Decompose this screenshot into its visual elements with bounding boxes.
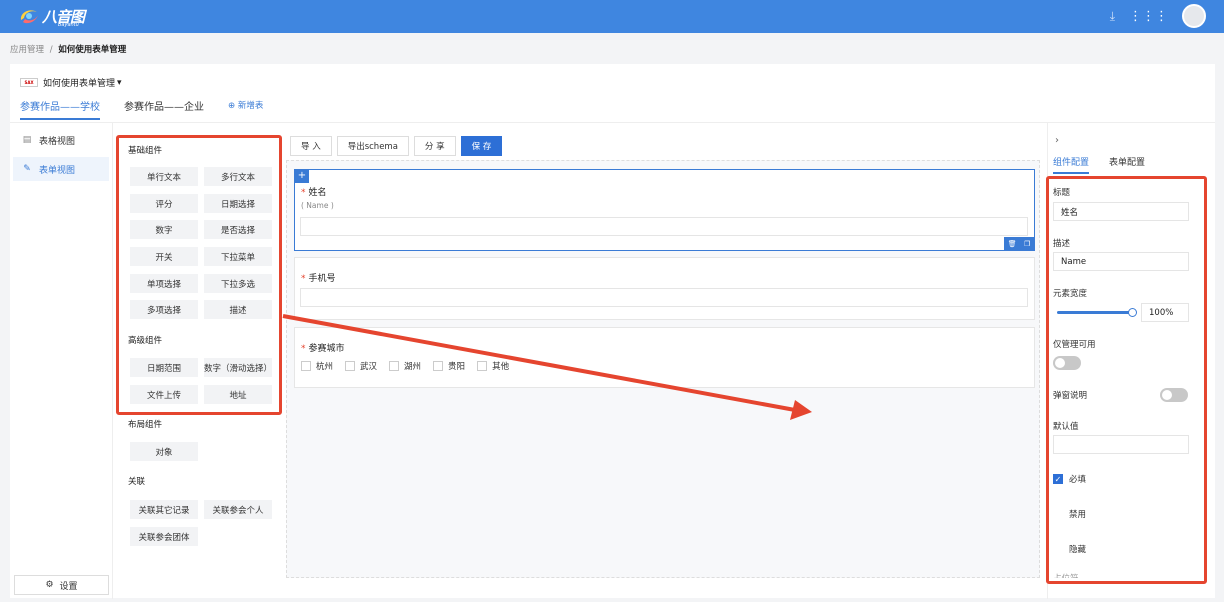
checkbox[interactable] — [389, 361, 400, 371]
checkbox-option[interactable]: 武汉 — [345, 360, 377, 372]
field-label-text: 手机号 — [308, 274, 336, 284]
option-label: 杭州 — [316, 362, 334, 372]
top-bar: 八音图 Bayantu ⤓ ⋮⋮⋮ — [0, 0, 1224, 33]
form-edit-icon: ✎ — [23, 164, 31, 174]
required-mark: * — [301, 188, 306, 198]
field-card-city[interactable]: * 参赛城市 杭州 武汉 湖州 贵阳 其他 — [294, 327, 1035, 388]
app-header: SAX 如何使用表单管理 ▾ 参赛作品——学校 参赛作品——企业 ⊕ 新增表 — [10, 64, 1215, 122]
export-schema-button[interactable]: 导出schema — [336, 136, 409, 156]
field-label: * 姓名 — [301, 185, 327, 198]
gear-icon: ⚙ — [45, 580, 54, 590]
phone-input[interactable] — [300, 288, 1028, 307]
nav-item-label: 表单视图 — [39, 165, 76, 176]
option-label: 贵阳 — [448, 362, 466, 372]
tab-school[interactable]: 参赛作品——学校 — [20, 98, 100, 120]
checkbox[interactable] — [301, 361, 311, 371]
name-input[interactable] — [300, 217, 1028, 236]
component-button[interactable]: 对象 — [130, 442, 198, 461]
annotation-box-palette — [116, 135, 282, 415]
relation-group-title: 关联 — [128, 477, 146, 487]
chevron-down-icon: ▾ — [117, 77, 122, 88]
nav-item-form-view[interactable]: ✎ 表单视图 — [13, 157, 109, 181]
checkbox-option[interactable]: 贵阳 — [433, 360, 465, 372]
component-button[interactable]: 关联参会个人 — [204, 500, 272, 519]
checkbox[interactable] — [477, 361, 488, 371]
component-button[interactable]: 关联其它记录 — [130, 500, 198, 519]
checkbox-option[interactable]: 杭州 — [301, 360, 333, 372]
chevron-right-icon[interactable]: › — [1055, 135, 1059, 146]
plus-circle-icon: ⊕ — [228, 101, 238, 111]
annotation-box-properties — [1046, 176, 1207, 584]
option-label: 其他 — [492, 362, 510, 372]
brand-logo[interactable]: 八音图 Bayantu — [18, 5, 85, 28]
layout-group-title: 布局组件 — [128, 420, 163, 430]
settings-label: 设置 — [59, 581, 78, 592]
breadcrumb-parent[interactable]: 应用管理 — [10, 45, 44, 55]
save-button[interactable]: 保 存 — [460, 136, 503, 156]
share-button[interactable]: 分 享 — [413, 136, 456, 156]
field-label: * 参赛城市 — [301, 341, 345, 354]
app-name: 如何使用表单管理 — [43, 79, 116, 89]
checkbox-option[interactable]: 其他 — [477, 360, 509, 372]
option-label: 武汉 — [360, 362, 378, 372]
trash-icon[interactable]: 🗑 — [1008, 240, 1017, 248]
field-card-phone[interactable]: * 手机号 — [294, 257, 1035, 320]
breadcrumb: 应用管理 / 如何使用表单管理 — [10, 43, 126, 55]
checkbox[interactable] — [433, 361, 444, 371]
nav-item-table-view[interactable]: ▤ 表格视图 — [13, 128, 109, 152]
field-actions: 🗑 ❐ — [1004, 237, 1034, 250]
brand-subtitle: Bayantu — [58, 22, 79, 28]
required-mark: * — [301, 274, 306, 284]
tab-form-config[interactable]: 表单配置 — [1109, 155, 1145, 174]
app-badge: SAX — [20, 78, 38, 87]
tab-company[interactable]: 参赛作品——企业 — [124, 98, 204, 120]
tab-component-config[interactable]: 组件配置 — [1053, 155, 1090, 174]
field-label-text: 参赛城市 — [308, 344, 345, 354]
city-options: 杭州 武汉 湖州 贵阳 其他 — [301, 360, 509, 372]
breadcrumb-current: 如何使用表单管理 — [58, 45, 127, 55]
field-label: * 手机号 — [301, 271, 336, 284]
field-card-name[interactable]: + * 姓名 ( Name ) 🗑 ❐ — [294, 169, 1035, 251]
apps-grid-icon[interactable]: ⋮⋮⋮ — [1129, 9, 1168, 24]
download-icon[interactable]: ⤓ — [1110, 9, 1115, 24]
option-label: 湖州 — [404, 362, 422, 372]
table-icon: ▤ — [22, 135, 32, 145]
import-button[interactable]: 导 入 — [290, 136, 332, 156]
avatar[interactable] — [1182, 4, 1206, 28]
nav-item-label: 表格视图 — [39, 136, 76, 147]
form-toolbar: 导 入 导出schema 分 享 保 存 — [290, 136, 503, 156]
breadcrumb-separator: / — [49, 45, 53, 55]
component-button[interactable]: 关联参会团体 — [130, 527, 198, 546]
app-selector[interactable]: SAX 如何使用表单管理 ▾ — [20, 76, 122, 89]
field-description: ( Name ) — [301, 201, 334, 210]
add-table-label: 新增表 — [237, 101, 264, 111]
add-table-button[interactable]: ⊕ 新增表 — [228, 98, 263, 120]
view-nav: ▤ 表格视图 ✎ 表单视图 ⚙ 设置 — [10, 123, 113, 599]
copy-icon[interactable]: ❐ — [1024, 240, 1030, 248]
logo-swirl-icon — [18, 6, 40, 26]
checkbox[interactable] — [345, 361, 356, 371]
checkbox-option[interactable]: 湖州 — [389, 360, 421, 372]
plus-icon[interactable]: + — [295, 170, 309, 183]
form-builder: 导 入 导出schema 分 享 保 存 + * 姓名 ( Name ) 🗑 ❐ … — [286, 123, 1046, 599]
field-label-text: 姓名 — [308, 188, 327, 198]
required-mark: * — [301, 344, 306, 354]
settings-button[interactable]: ⚙ 设置 — [14, 575, 109, 595]
form-canvas[interactable]: + * 姓名 ( Name ) 🗑 ❐ * 手机号 * 参赛城市 杭州 武汉 湖州 — [286, 160, 1040, 578]
